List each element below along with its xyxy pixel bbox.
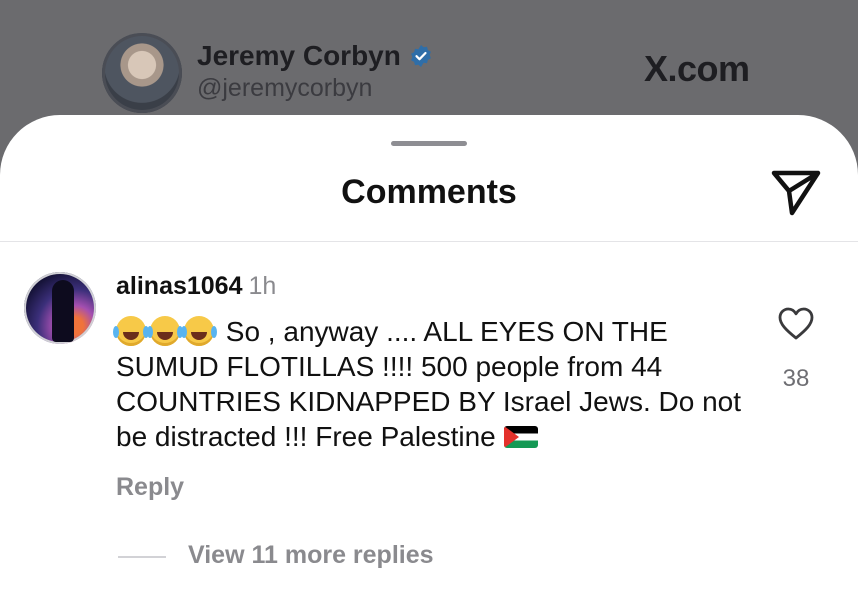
tears-of-joy-emoji-icon bbox=[181, 316, 214, 346]
sheet-grabber-handle[interactable] bbox=[391, 141, 467, 146]
heart-icon[interactable] bbox=[778, 307, 814, 341]
like-count: 38 bbox=[782, 365, 810, 392]
replies-divider-line bbox=[118, 556, 166, 558]
comment-text: So , anyway .... ALL EYES ON THE SUMUD F… bbox=[113, 314, 756, 454]
author-name: Jeremy Corbyn bbox=[197, 40, 401, 71]
comments-sheet: Comments alinas1064 1h So , anyway .... A… bbox=[0, 115, 858, 600]
reply-button[interactable]: Reply bbox=[116, 473, 184, 502]
avatar-silhouette bbox=[52, 280, 74, 342]
sheet-title: Comments bbox=[341, 173, 517, 211]
view-more-replies-button[interactable]: View 11 more replies bbox=[188, 541, 434, 570]
comment-meta: alinas1064 1h bbox=[116, 272, 276, 301]
tears-of-joy-emoji-icon bbox=[147, 316, 180, 346]
comment-username[interactable]: alinas1064 bbox=[116, 272, 243, 300]
comment-time: 1h bbox=[248, 272, 277, 300]
palestine-flag-icon bbox=[503, 426, 538, 448]
commenter-avatar[interactable] bbox=[24, 272, 96, 344]
site-label: X.com bbox=[644, 48, 750, 89]
tears-of-joy-emoji-icon bbox=[113, 316, 146, 346]
author-name-row: Jeremy Corbyn bbox=[197, 40, 433, 72]
author-avatar bbox=[102, 33, 182, 113]
author-handle: @jeremycorbyn bbox=[197, 74, 373, 102]
header-divider bbox=[0, 241, 858, 242]
verified-badge-icon bbox=[410, 45, 431, 67]
send-icon[interactable] bbox=[770, 167, 822, 217]
